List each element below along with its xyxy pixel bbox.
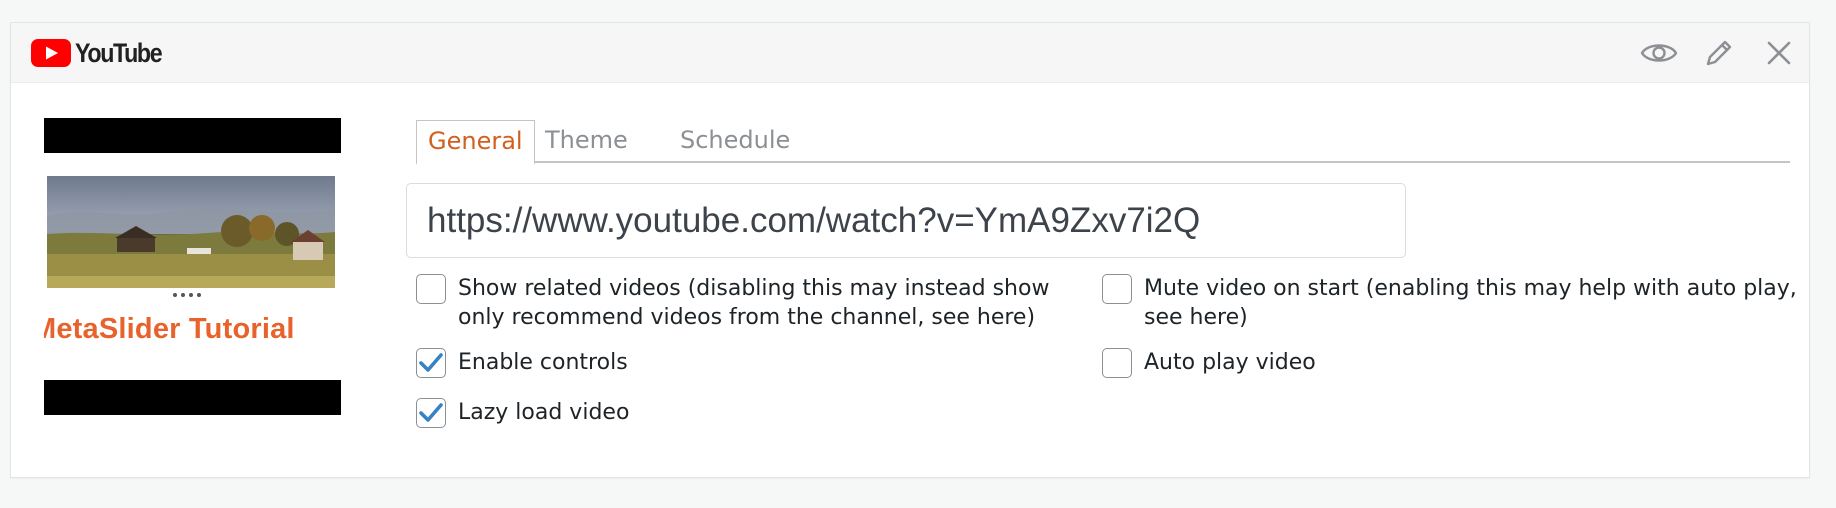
show-related-checkbox[interactable] <box>416 274 446 304</box>
close-icon <box>1767 41 1791 65</box>
thumbnail-frame: MetaSlider Tutorial <box>44 153 341 380</box>
option-lazy-load[interactable]: Lazy load video <box>416 398 1016 428</box>
enable-controls-label: Enable controls <box>458 350 628 375</box>
thumbnail-dots <box>173 293 201 297</box>
landscape-illustration <box>47 176 335 288</box>
thumbnail-landscape-image <box>47 176 335 288</box>
enable-controls-checkbox[interactable] <box>416 348 446 378</box>
show-related-label: Show related videos (disabling this may … <box>458 276 1050 330</box>
checkmark-icon <box>419 403 443 422</box>
lazy-load-checkbox[interactable] <box>416 398 446 428</box>
youtube-logo: YouTube <box>31 39 175 67</box>
mute-on-start-label: Mute video on start (enabling this may h… <box>1144 276 1797 330</box>
option-mute-on-start[interactable]: Mute video on start (enabling this may h… <box>1102 274 1802 332</box>
option-show-related-videos[interactable]: Show related videos (disabling this may … <box>416 274 1096 332</box>
panel-header: YouTube <box>11 23 1809 83</box>
edit-button[interactable] <box>1689 35 1749 71</box>
pencil-icon <box>1706 40 1732 66</box>
header-actions <box>1629 35 1809 71</box>
video-thumbnail: MetaSlider Tutorial <box>44 118 341 415</box>
close-button[interactable] <box>1749 35 1809 71</box>
tab-general[interactable]: General <box>416 120 535 165</box>
youtube-url-input[interactable] <box>406 183 1406 258</box>
thumbnail-title-text: MetaSlider Tutorial <box>44 313 295 345</box>
auto-play-checkbox[interactable] <box>1102 348 1132 378</box>
settings-tabs: General Theme Schedule <box>416 120 1790 165</box>
auto-play-label: Auto play video <box>1144 350 1316 375</box>
youtube-play-icon <box>31 39 71 67</box>
checkmark-icon <box>419 353 443 372</box>
option-enable-controls[interactable]: Enable controls <box>416 348 1016 378</box>
eye-icon <box>1640 44 1678 62</box>
lazy-load-label: Lazy load video <box>458 400 630 425</box>
tab-theme[interactable]: Theme <box>545 120 628 163</box>
tab-schedule[interactable]: Schedule <box>680 120 790 163</box>
option-auto-play[interactable]: Auto play video <box>1102 348 1702 378</box>
youtube-logo-text: YouTube <box>75 38 163 68</box>
mute-on-start-checkbox[interactable] <box>1102 274 1132 304</box>
youtube-slide-panel: YouTube MetaSlider Tutorial General Them… <box>10 22 1810 478</box>
preview-button[interactable] <box>1629 35 1689 71</box>
